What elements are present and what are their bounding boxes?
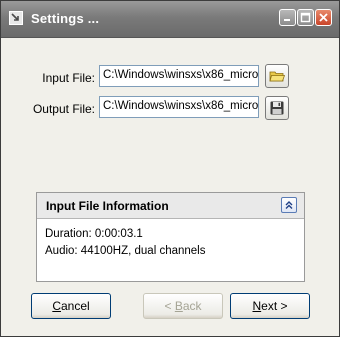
window-title: Settings ... [31,11,100,26]
next-button[interactable]: Next > [230,293,310,319]
title-bar[interactable]: Settings ... [1,1,339,38]
maximize-icon [300,12,311,23]
cancel-mnemonic: C [52,299,61,313]
input-file-field[interactable]: C:\Windows\winsxs\x86_microsoft [99,65,259,87]
close-button[interactable] [315,9,332,26]
input-file-info-panel: Input File Information Duration: 0:00:03… [36,192,305,282]
audio-text: Audio: 44100HZ, dual channels [45,245,206,257]
input-file-label: Input File: [42,71,95,85]
collapse-button[interactable] [281,197,297,213]
minimize-icon [284,19,290,21]
save-output-button[interactable] [265,96,289,120]
cancel-label: ancel [60,299,90,313]
double-chevron-up-icon [285,201,293,209]
back-mnemonic: B [174,299,183,313]
next-mnemonic: N [252,299,262,313]
back-button[interactable]: < Back [143,293,223,319]
floppy-disk-icon [270,101,284,115]
output-file-field[interactable]: C:\Windows\winsxs\x86_microsoft [99,96,259,118]
output-file-label: Output File: [32,102,95,116]
minimize-button[interactable] [279,9,296,26]
info-panel-title: Input File Information [46,199,169,213]
close-icon [319,13,328,22]
browse-input-button[interactable] [265,64,289,88]
info-panel-header: Input File Information [37,193,304,219]
cancel-button[interactable]: Cancel [31,293,111,319]
app-icon [9,11,23,25]
back-label: ack [182,299,202,313]
duration-text: Duration: 0:00:03.1 [45,228,143,240]
maximize-button[interactable] [297,9,314,26]
folder-open-icon [269,71,285,82]
next-label: ext > [261,299,288,313]
settings-window: Settings ... Input File: C:\Windows\wins… [0,0,340,337]
back-arrow: < [164,299,175,313]
